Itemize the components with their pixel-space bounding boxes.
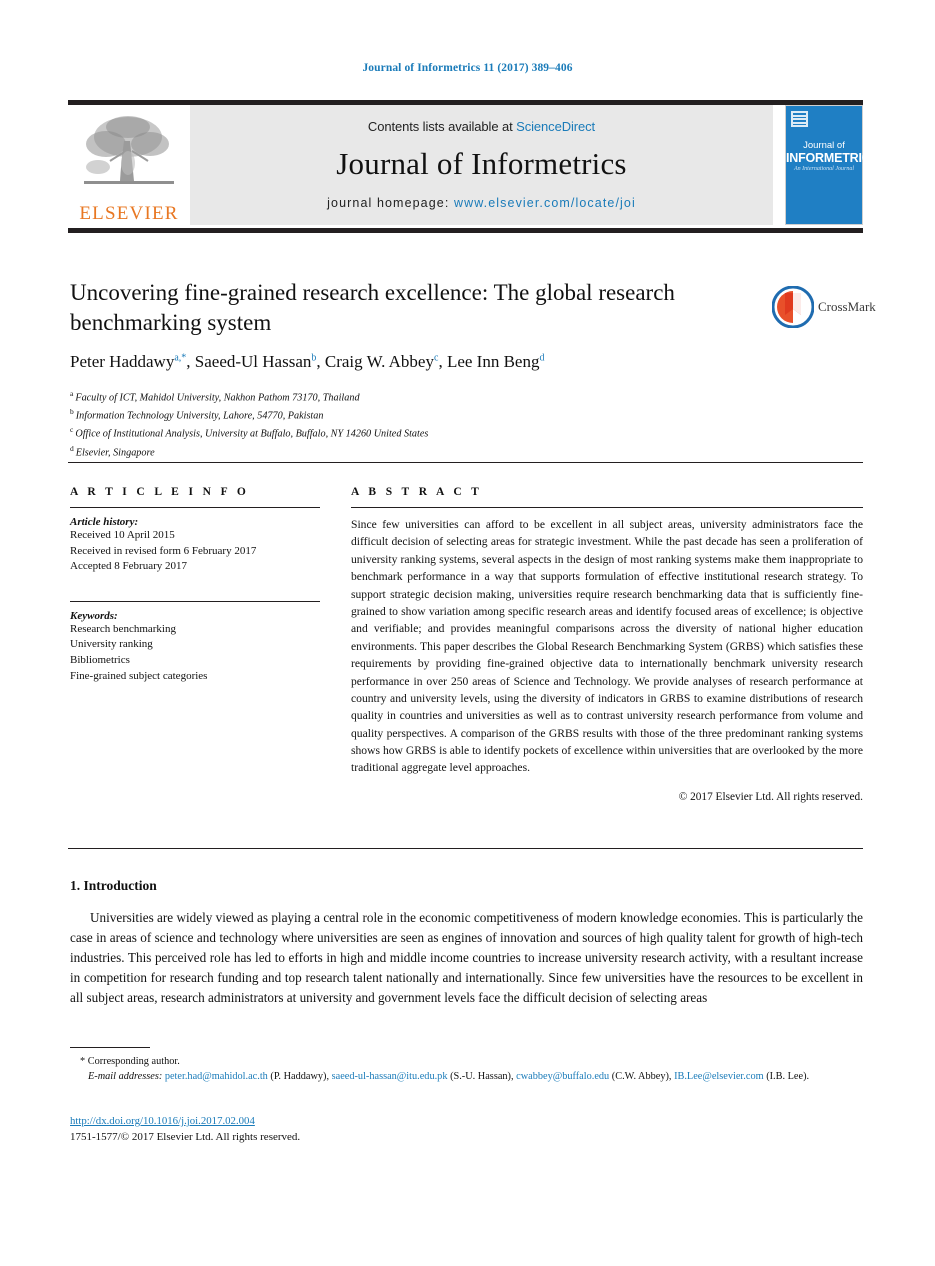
- journal-title: Journal of Informetrics: [336, 145, 627, 181]
- email-owner-2: (S.-U. Hassan): [450, 1071, 511, 1083]
- abstract-copyright: © 2017 Elsevier Ltd. All rights reserved…: [678, 790, 863, 803]
- article-history-item: Received 10 April 2015: [70, 529, 175, 541]
- author-2-marks: b: [311, 352, 317, 364]
- affiliation-item: d Elsevier, Singapore: [70, 443, 155, 458]
- email-owner-4: (I.B. Lee): [766, 1071, 807, 1083]
- contents-prefix: Contents lists available at: [367, 118, 517, 134]
- keyword-item: University ranking: [70, 638, 153, 651]
- doi-link[interactable]: http://dx.doi.org/10.1016/j.joi.2017.02.…: [70, 1115, 255, 1127]
- keyword-item: Bibliometrics: [70, 654, 130, 667]
- author-3-marks: c: [433, 352, 439, 364]
- sciencedirect-link[interactable]: ScienceDirect: [516, 119, 595, 134]
- journal-homepage-line: journal homepage: www.elsevier.com/locat…: [327, 196, 636, 210]
- email-link-1[interactable]: peter.had@mahidol.ac.th: [165, 1071, 268, 1082]
- article-history-label: Article history:: [70, 516, 139, 528]
- footnote-rule: [70, 1047, 150, 1048]
- abstract-column: A B S T R A C T Since few universities c…: [351, 486, 863, 803]
- author-1-marks: a,*: [174, 352, 187, 364]
- article-info-heading: A R T I C L E I N F O: [70, 486, 250, 498]
- email-addresses-note: E-mail addresses: peter.had@mahidol.ac.t…: [88, 1071, 810, 1083]
- keywords-label: Keywords:: [70, 609, 118, 622]
- email-link-4[interactable]: IB.Lee@elsevier.com: [674, 1071, 764, 1082]
- abstract-top-rule: [68, 462, 863, 463]
- email-link-3[interactable]: cwabbey@buffalo.edu: [516, 1071, 609, 1082]
- keywords-divider: [70, 600, 320, 602]
- introduction-paragraph: Universities are widely viewed as playin…: [70, 910, 863, 1006]
- author-list: Peter Haddawya,*, Saeed-Ul Hassanb, Crai…: [70, 352, 545, 371]
- cover-publisher-mark-icon: [791, 111, 808, 129]
- journal-homepage-link[interactable]: www.elsevier.com/locate/joi: [454, 196, 636, 210]
- elsevier-logo: ELSEVIER: [68, 105, 190, 225]
- issn-copyright-line: 1751-1577/© 2017 Elsevier Ltd. All right…: [70, 1131, 301, 1143]
- article-history-item: Accepted 8 February 2017: [70, 560, 187, 573]
- affiliation-item: a Faculty of ICT, Mahidol University, Nak…: [70, 389, 360, 404]
- email-label: E-mail addresses:: [88, 1071, 163, 1083]
- keyword-item: Research benchmarking: [70, 622, 176, 635]
- affiliation-list: a Faculty of ICT, Mahidol University, Nak…: [70, 388, 830, 461]
- cover-line-2: INFORMETRICS: [786, 151, 879, 165]
- homepage-prefix: journal homepage:: [327, 195, 454, 210]
- page-title: Uncovering fine-grained research excelle…: [70, 280, 675, 336]
- abstract-heading: A B S T R A C T: [351, 486, 483, 498]
- crossmark-icon: [771, 285, 815, 329]
- abstract-text: Since few universities can afford to be …: [351, 518, 863, 775]
- email-link-2[interactable]: saeed-ul-hassan@itu.edu.pk: [332, 1071, 448, 1082]
- author-2: Saeed-Ul Hassanb: [194, 352, 317, 371]
- author-3: Craig W. Abbeyc: [324, 352, 439, 371]
- abstract-divider: [351, 507, 863, 508]
- paper-page: Journal of Informetrics 11 (2017) 389–40…: [0, 0, 935, 1266]
- email-owner-3: (C.W. Abbey): [611, 1071, 669, 1083]
- masthead-bottom-rule: [68, 228, 863, 233]
- journal-banner: Contents lists available at ScienceDirec…: [190, 105, 773, 225]
- affiliation-item: b Information Technology University, Laho…: [70, 407, 324, 422]
- author-4: Lee Inn Bengd: [446, 352, 545, 371]
- footnote-block: * Corresponding author. E-mail addresses…: [70, 1054, 863, 1085]
- crossmark-label: CrossMark: [818, 299, 876, 314]
- article-info-column: A R T I C L E I N F O Article history: R…: [70, 486, 320, 684]
- author-1: Peter Haddawya,*: [70, 352, 187, 371]
- affiliation-item: c Office of Institutional Analysis, Unive…: [70, 425, 429, 440]
- author-4-marks: d: [539, 352, 545, 364]
- abstract-bottom-rule: [68, 848, 863, 849]
- keyword-item: Fine-grained subject categories: [70, 669, 208, 682]
- journal-cover-thumbnail: Journal of INFORMETRICS An International…: [785, 105, 879, 225]
- crossmark-badge[interactable]: CrossMark: [771, 283, 876, 331]
- elsevier-wordmark: ELSEVIER: [79, 203, 179, 224]
- cover-line-1: Journal of: [803, 140, 845, 151]
- email-owner-1: (P. Haddawy): [270, 1071, 327, 1083]
- cover-line-3: An International Journal: [794, 166, 854, 172]
- section-heading-introduction: 1. Introduction: [70, 878, 157, 893]
- corresponding-author-note: * Corresponding author.: [80, 1056, 180, 1067]
- contents-available-line: Contents lists available at ScienceDirec…: [368, 119, 595, 134]
- running-head: Journal of Informetrics 11 (2017) 389–40…: [362, 62, 573, 74]
- article-history-item: Received in revised form 6 February 2017: [70, 544, 257, 557]
- journal-masthead: ELSEVIER Contents lists available at Sci…: [68, 105, 879, 225]
- article-info-divider: [70, 507, 320, 508]
- elsevier-tree-icon: [76, 111, 182, 203]
